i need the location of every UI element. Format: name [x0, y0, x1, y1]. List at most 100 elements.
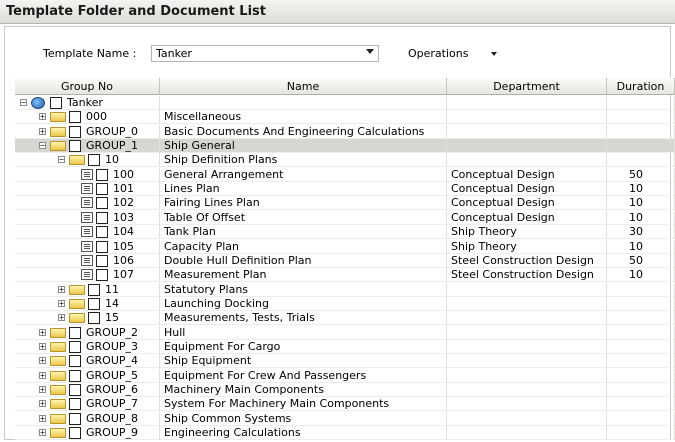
name-cell: Statutory Plans	[160, 282, 447, 297]
select-checkbox[interactable]	[50, 97, 62, 109]
chevron-down-icon[interactable]	[366, 49, 374, 54]
collapse-icon[interactable]: −	[20, 99, 27, 107]
folder-row[interactable]: + GROUP_6 Machinery Main Components	[15, 383, 675, 397]
expand-icon[interactable]: +	[39, 357, 46, 365]
document-row[interactable]: 107 Measurement Plan Steel Construction De…	[15, 268, 675, 283]
group-no-label: GROUP_5	[86, 368, 139, 382]
document-row[interactable]: 105 Capacity Plan Ship Theory 10	[15, 239, 675, 254]
select-checkbox[interactable]	[69, 340, 81, 353]
expand-icon[interactable]: +	[58, 299, 65, 307]
collapse-icon[interactable]: −	[39, 142, 46, 150]
select-checkbox[interactable]	[96, 240, 108, 253]
select-checkbox[interactable]	[96, 226, 108, 239]
folder-row[interactable]: +14 Launching Docking	[15, 296, 675, 311]
duration-cell	[607, 282, 675, 297]
expand-icon[interactable]: +	[39, 386, 46, 394]
document-row[interactable]: 102 Fairing Lines Plan Conceptual Design 10	[15, 196, 675, 211]
select-checkbox[interactable]	[69, 412, 81, 425]
operations-menu[interactable]: Operations	[408, 47, 468, 60]
select-checkbox[interactable]	[69, 384, 81, 396]
select-checkbox[interactable]	[69, 398, 81, 411]
select-checkbox[interactable]	[69, 140, 81, 153]
select-checkbox[interactable]	[96, 269, 108, 282]
group-no-label: 104	[113, 225, 134, 239]
folder-row[interactable]: + GROUP_4 Ship Equipment	[15, 354, 675, 369]
expand-icon[interactable]: +	[58, 285, 65, 293]
group-no-cell: + GROUP_5	[15, 368, 160, 383]
select-checkbox[interactable]	[69, 427, 81, 440]
template-name-select[interactable]: Tanker	[151, 45, 379, 62]
column-header-department[interactable]: Department	[447, 78, 607, 95]
department-cell	[447, 383, 607, 397]
document-icon	[81, 240, 93, 252]
group-no-cell: +14	[15, 296, 160, 311]
collapse-icon[interactable]: −	[58, 156, 65, 164]
group-no-label: 102	[113, 196, 134, 210]
select-checkbox[interactable]	[69, 326, 81, 339]
tree-root-row[interactable]: − Tanker	[15, 96, 675, 110]
select-checkbox[interactable]	[88, 297, 100, 310]
expand-icon[interactable]: +	[39, 400, 46, 408]
name-cell: Lines Plan	[160, 182, 447, 197]
folder-row[interactable]: + GROUP_7 System For Machinery Main Compon…	[15, 397, 675, 412]
select-checkbox[interactable]	[69, 111, 81, 124]
select-checkbox[interactable]	[69, 125, 81, 138]
department-cell	[447, 325, 607, 340]
select-checkbox[interactable]	[69, 355, 81, 368]
group-no-label: GROUP_3	[86, 339, 139, 353]
expand-icon[interactable]: +	[39, 371, 46, 379]
expand-icon[interactable]: +	[39, 328, 46, 336]
expand-icon[interactable]: +	[39, 342, 46, 350]
expand-icon[interactable]: +	[39, 414, 46, 422]
group-no-cell: +15	[15, 311, 160, 326]
group-no-label: 103	[113, 210, 134, 224]
folder-row[interactable]: − GROUP_1 Ship General	[15, 139, 675, 154]
select-checkbox[interactable]	[96, 254, 108, 267]
document-row[interactable]: 104 Tank Plan Ship Theory 30	[15, 225, 675, 240]
folder-row[interactable]: +000 Miscellaneous	[15, 110, 675, 125]
folder-row[interactable]: +11 Statutory Plans	[15, 282, 675, 297]
column-header-group-no[interactable]: Group No	[15, 78, 160, 95]
document-row[interactable]: 103 Table Of Offset Conceptual Design 10	[15, 210, 675, 225]
group-no-cell: 101	[15, 182, 160, 197]
name-cell: Double Hull Definition Plan	[160, 253, 447, 268]
column-header-duration[interactable]: Duration	[607, 78, 675, 95]
folder-row[interactable]: +15 Measurements, Tests, Trials	[15, 311, 675, 326]
duration-cell: 10	[607, 239, 675, 254]
select-checkbox[interactable]	[88, 312, 100, 325]
folder-row[interactable]: + GROUP_3 Equipment For Cargo	[15, 339, 675, 354]
folder-icon	[50, 413, 66, 424]
group-no-label: 15	[105, 311, 119, 325]
folder-row[interactable]: + GROUP_2 Hull	[15, 325, 675, 340]
group-no-cell: − GROUP_1	[15, 139, 160, 154]
folder-row[interactable]: + GROUP_8 Ship Common Systems	[15, 411, 675, 426]
expand-icon[interactable]: +	[39, 113, 46, 121]
folder-row[interactable]: − 10 Ship Definition Plans	[15, 153, 675, 168]
department-cell	[447, 282, 607, 297]
select-checkbox[interactable]	[96, 183, 108, 196]
folder-row[interactable]: + GROUP_9 Engineering Calculations	[15, 426, 675, 441]
group-no-cell: 102	[15, 196, 160, 211]
folder-row[interactable]: + GROUP_5 Equipment For Crew And Passenger…	[15, 368, 675, 383]
duration-cell	[607, 368, 675, 383]
folder-row[interactable]: + GROUP_0 Basic Documents And Engineering …	[15, 124, 675, 139]
document-row[interactable]: 106 Double Hull Definition Plan Steel Cons…	[15, 253, 675, 268]
select-checkbox[interactable]	[88, 154, 100, 167]
name-cell: Table Of Offset	[160, 210, 447, 225]
document-row[interactable]: 101 Lines Plan Conceptual Design 10	[15, 182, 675, 197]
expand-icon[interactable]: +	[58, 314, 65, 322]
select-checkbox[interactable]	[69, 369, 81, 382]
select-checkbox[interactable]	[96, 211, 108, 224]
operations-chevron-down-icon[interactable]	[491, 52, 497, 56]
column-header-name[interactable]: Name	[160, 78, 447, 95]
expand-icon[interactable]: +	[39, 127, 46, 135]
document-row[interactable]: 100 General Arrangement Conceptual Design 5…	[15, 167, 675, 182]
duration-cell	[607, 339, 675, 354]
select-checkbox[interactable]	[96, 168, 108, 181]
department-cell: Conceptual Design	[447, 182, 607, 197]
name-cell: Engineering Calculations	[160, 426, 447, 441]
select-checkbox[interactable]	[96, 197, 108, 210]
select-checkbox[interactable]	[88, 283, 100, 296]
folder-icon	[50, 399, 66, 410]
expand-icon[interactable]: +	[39, 429, 46, 437]
